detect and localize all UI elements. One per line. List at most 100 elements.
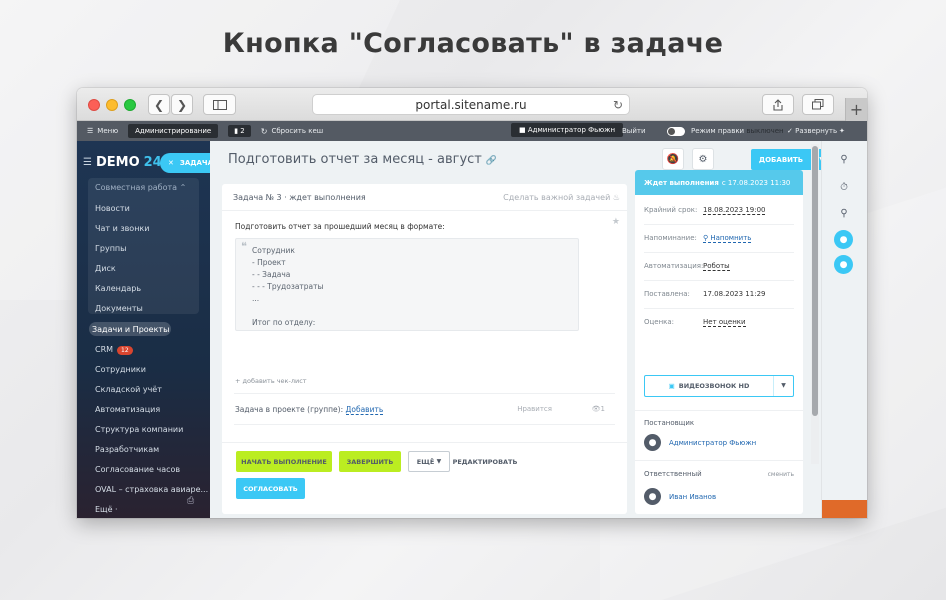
creator-person[interactable]: ● Администратор Фьюжн <box>644 434 756 451</box>
reload-icon[interactable]: ↻ <box>613 98 623 112</box>
sidebar-item-calendar[interactable]: Календарь <box>95 284 141 293</box>
forward-button[interactable]: ❯ <box>171 94 193 115</box>
expand-link[interactable]: ✓ Развернуть <box>787 127 837 135</box>
vertical-scrollbar[interactable] <box>811 144 819 464</box>
creator-title: Постановщик <box>644 419 695 427</box>
task-actions: НАЧАТЬ ВЫПОЛНЕНИЕ ЗАВЕРШИТЬ ЕЩЁ ▼ РЕДАКТ… <box>222 442 627 514</box>
logo[interactable]: ☰ DEMO 24 <box>83 155 162 170</box>
sidebar-item-employees[interactable]: Сотрудники <box>95 365 146 374</box>
sidebar-item-automation[interactable]: Автоматизация <box>95 405 160 414</box>
sidebar-group-collaboration[interactable]: Совместная работа ⌃ <box>95 183 186 192</box>
sidebar-item-chat[interactable]: Чат и звонки <box>95 224 149 233</box>
sidebar-item-crm[interactable]: CRM 12 <box>95 345 133 355</box>
admin-menu-label: Меню <box>97 127 119 135</box>
scrollbar-thumb[interactable] <box>812 146 818 416</box>
start-task-button[interactable]: НАЧАТЬ ВЫПОЛНЕНИЕ <box>236 451 332 472</box>
maximize-window-button[interactable] <box>124 99 136 111</box>
logo-text: DEMO <box>95 155 140 170</box>
chevron-up-icon: ⌃ <box>179 183 187 192</box>
favorite-star-icon[interactable]: ★ <box>612 217 620 227</box>
add-checklist-link[interactable]: + добавить чек-лист <box>235 377 307 385</box>
activity-icon[interactable]: ⏱ <box>834 177 854 197</box>
menu-icon[interactable]: ☰ <box>83 157 92 168</box>
deadline-value[interactable]: 18.08.2023 19:00 <box>703 206 766 215</box>
administration-button[interactable]: Администрирование <box>128 124 219 138</box>
admin-bar: ☰ Меню Администрирование ▮ 2 ↻ Сбросить ке… <box>77 121 867 141</box>
link-icon[interactable]: 🔗 <box>486 156 497 166</box>
print-icon[interactable]: ⎙ <box>187 496 194 506</box>
edit-mode-state: выключен <box>746 127 784 135</box>
logout-link[interactable]: Выйти <box>622 127 646 135</box>
more-label: ЕЩЁ <box>416 457 435 466</box>
create-task-label: ЗАДАЧА <box>179 159 213 167</box>
sidebar-item-tasks[interactable]: Задачи и Проекты <box>92 325 169 334</box>
sidebar-item-news[interactable]: Новости <box>95 204 130 213</box>
automation-link[interactable]: Роботы <box>703 262 730 271</box>
toggle-switch[interactable] <box>667 126 685 136</box>
badge-count: 2 <box>240 127 245 135</box>
project-row: Задача в проекте (группе): Добавить <box>235 405 384 415</box>
sidebar-toggle-button[interactable] <box>203 94 236 115</box>
mute-button[interactable]: 🔕 <box>662 148 684 170</box>
rating-link[interactable]: Нет оценки <box>703 318 746 327</box>
sidebar-item-oval[interactable]: OVAL – страховка авиаре... <box>95 485 208 494</box>
sidebar-item-documents[interactable]: Документы <box>95 304 143 313</box>
approve-button[interactable]: СОГЛАСОВАТЬ <box>236 478 305 499</box>
change-responsible-link[interactable]: сменить <box>768 471 794 478</box>
group-title-label: Совместная работа <box>95 183 178 192</box>
edit-mode-toggle[interactable]: Режим правки выключен <box>667 126 784 136</box>
create-task-button[interactable]: ✕ ЗАДАЧА <box>160 153 213 173</box>
address-bar[interactable]: portal.sitename.ru ↻ <box>312 94 630 115</box>
notifications-icon[interactable]: ⚲ <box>834 149 854 169</box>
page-title-text: Подготовить отчет за месяц - август <box>228 152 482 167</box>
reminder-link[interactable]: ⚲ Напомнить <box>703 234 752 243</box>
task-card: Задача № 3 · ждет выполнения Сделать важ… <box>222 184 627 514</box>
close-icon: ✕ <box>168 159 174 167</box>
fire-icon: ♨ <box>612 193 620 202</box>
sidebar-item-groups[interactable]: Группы <box>95 244 126 253</box>
share-icon <box>773 98 783 111</box>
contact-avatar-icon[interactable]: ● <box>834 230 853 249</box>
avatar: ● <box>644 488 661 505</box>
new-tab-button[interactable]: + <box>845 98 867 121</box>
close-window-button[interactable] <box>88 99 100 111</box>
created-label: Поставлена: <box>644 290 690 298</box>
page-title: Подготовить отчет за месяц - август 🔗 <box>228 152 497 167</box>
more-button[interactable]: ЕЩЁ ▼ <box>408 451 450 472</box>
user-icon: ● <box>648 437 657 448</box>
quote-line: - - Задача <box>252 270 291 279</box>
tabs-overview-button[interactable] <box>802 94 834 115</box>
pin-icon[interactable]: ✦ <box>839 127 845 135</box>
sidebar-item-disk[interactable]: Диск <box>95 264 116 273</box>
add-project-link[interactable]: Добавить <box>345 405 384 415</box>
sidebar-item-developers[interactable]: Разработчикам <box>95 445 159 454</box>
video-call-button[interactable]: ▣ ВИДЕОЗВОНОК HD ▼ <box>644 375 794 397</box>
make-important-link[interactable]: Сделать важной задачей ♨ <box>503 193 620 202</box>
search-icon[interactable]: ⚲ <box>834 203 854 223</box>
responsible-person[interactable]: ● Иван Иванов <box>644 488 716 505</box>
crm-label: CRM <box>95 345 114 354</box>
sidebar-item-hours-approval[interactable]: Согласование часов <box>95 465 180 474</box>
sidebar-item-structure[interactable]: Структура компании <box>95 425 183 434</box>
sidebar-item-inventory[interactable]: Складской учёт <box>95 385 162 394</box>
clear-cache-link[interactable]: ↻ Сбросить кеш <box>261 127 323 136</box>
settings-button[interactable]: ⚙ <box>692 148 714 170</box>
notifications-badge[interactable]: ▮ 2 <box>228 125 251 137</box>
automation-label: Автоматизация: <box>644 262 704 270</box>
add-button[interactable]: ДОБАВИТЬ▼ <box>751 149 831 170</box>
quote-line: ... <box>252 294 260 303</box>
share-button[interactable] <box>762 94 794 115</box>
admin-user-button[interactable]: ■ Администратор Фьюжн <box>511 123 624 137</box>
finish-task-button[interactable]: ЗАВЕРШИТЬ <box>339 451 401 472</box>
edit-task-button[interactable]: РЕДАКТИРОВАТЬ <box>453 451 518 472</box>
sidebar-item-more[interactable]: Ещё · <box>95 505 118 514</box>
responsible-name: Иван Иванов <box>669 492 717 501</box>
like-link[interactable]: Нравится <box>517 405 552 413</box>
minimize-window-button[interactable] <box>106 99 118 111</box>
admin-menu[interactable]: ☰ Меню <box>87 127 118 135</box>
contact-avatar-icon[interactable]: ● <box>834 255 853 274</box>
back-button[interactable]: ❮ <box>148 94 170 115</box>
divider <box>635 460 803 461</box>
task-details-panel: Ждет выполнения с 17.08.2023 11:30 Крайни… <box>635 170 803 514</box>
chevron-down-icon[interactable]: ▼ <box>773 376 793 396</box>
